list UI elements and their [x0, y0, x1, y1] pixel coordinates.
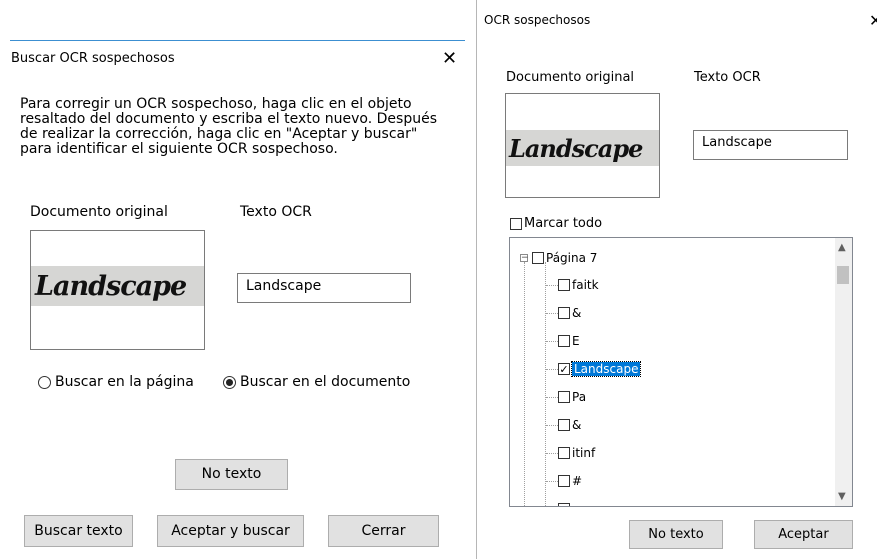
original-image-preview: Landscape	[505, 93, 660, 198]
original-image-preview: Landscape	[30, 230, 205, 350]
close-icon[interactable]: ✕	[442, 50, 457, 68]
search-document-radio[interactable]: Buscar en el documento	[223, 374, 410, 390]
mark-all-checkbox[interactable]: Marcar todo	[510, 216, 602, 231]
tree-item-label: #	[572, 474, 583, 488]
accept-button[interactable]: Aceptar	[754, 520, 853, 549]
tree-item[interactable]: &	[558, 304, 581, 322]
radio-circle-icon	[38, 375, 51, 389]
tree-item-label: itinf	[572, 446, 596, 460]
tree-scrollbar[interactable]: ▲ ▼	[835, 238, 852, 506]
scanned-word: Landscape	[35, 271, 187, 302]
ocr-text-input[interactable]: Landscape	[693, 130, 848, 160]
instructions-text: Para corregir un OCR sospechoso, haga cl…	[20, 96, 438, 157]
dialog-title: OCR sospechosos	[484, 13, 591, 27]
tree-item[interactable]: itinf	[558, 444, 595, 462]
ocr-text-label: Texto OCR	[240, 204, 312, 220]
checkbox-icon	[558, 419, 570, 431]
no-text-button[interactable]: No texto	[175, 459, 288, 490]
tree-item-label: Landscape	[570, 361, 642, 377]
tree-item-label: &	[572, 306, 582, 320]
tree-item-selected[interactable]: ✓ Landscape	[558, 360, 642, 378]
checkbox-icon	[558, 335, 570, 347]
search-document-label: Buscar en el documento	[240, 374, 411, 390]
tree-item[interactable]: &	[558, 416, 581, 434]
tree-item-label: &	[572, 418, 582, 432]
scroll-thumb[interactable]	[837, 266, 849, 284]
suspicious-ocr-dialog: OCR sospechosos ✕ Documento original Tex…	[476, 0, 877, 559]
scroll-down-icon[interactable]: ▼	[838, 491, 846, 502]
checkbox-icon	[558, 391, 570, 403]
tree-item[interactable]	[558, 500, 572, 506]
checkbox-icon	[510, 217, 522, 230]
ocr-text-label: Texto OCR	[694, 70, 761, 85]
tree-guide-line	[524, 262, 525, 506]
dialog-title: Buscar OCR sospechosos	[11, 51, 175, 66]
checkbox-icon	[558, 503, 570, 506]
tree-item[interactable]: E	[558, 332, 580, 350]
checkbox-icon	[558, 475, 570, 487]
search-text-button[interactable]: Buscar texto	[24, 515, 133, 547]
checkbox-icon	[558, 307, 570, 319]
accept-and-search-button[interactable]: Aceptar y buscar	[157, 515, 304, 547]
tree-guide-line	[545, 262, 546, 506]
tree-item[interactable]: faitk	[558, 276, 599, 294]
original-document-label: Documento original	[506, 70, 635, 85]
no-text-button[interactable]: No texto	[629, 520, 723, 549]
checkbox-icon	[558, 447, 570, 459]
find-suspicious-ocr-dialog: Buscar OCR sospechosos ✕ Para corregir u…	[0, 0, 470, 559]
collapse-icon[interactable]: −	[520, 254, 529, 263]
original-document-label: Documento original	[30, 204, 168, 220]
suspicious-ocr-tree[interactable]: − Página 7 faitk & E ✓ Landscape Pa & it…	[509, 237, 853, 507]
tree-item-label: Pa	[572, 390, 587, 404]
tree-root-label: Página 7	[546, 251, 598, 265]
search-page-radio[interactable]: Buscar en la página	[38, 374, 194, 390]
search-page-label: Buscar en la página	[55, 374, 194, 390]
tree-root-page[interactable]: Página 7	[532, 249, 597, 267]
title-accent-line	[10, 40, 465, 41]
tree-item[interactable]: #	[558, 472, 582, 490]
scroll-up-icon[interactable]: ▲	[838, 242, 846, 253]
ocr-text-input[interactable]: Landscape	[237, 273, 411, 303]
close-icon[interactable]: ✕	[869, 12, 877, 30]
scanned-word: Landscape	[509, 134, 643, 163]
tree-item-label: E	[572, 334, 580, 348]
checkbox-icon	[532, 252, 544, 264]
checkbox-icon	[558, 279, 570, 291]
mark-all-label: Marcar todo	[524, 216, 603, 231]
tree-item[interactable]: Pa	[558, 388, 586, 406]
tree-item-label: faitk	[572, 278, 599, 292]
radio-selected-icon	[223, 375, 236, 389]
close-button[interactable]: Cerrar	[328, 515, 439, 547]
checkbox-checked-icon: ✓	[558, 362, 570, 376]
